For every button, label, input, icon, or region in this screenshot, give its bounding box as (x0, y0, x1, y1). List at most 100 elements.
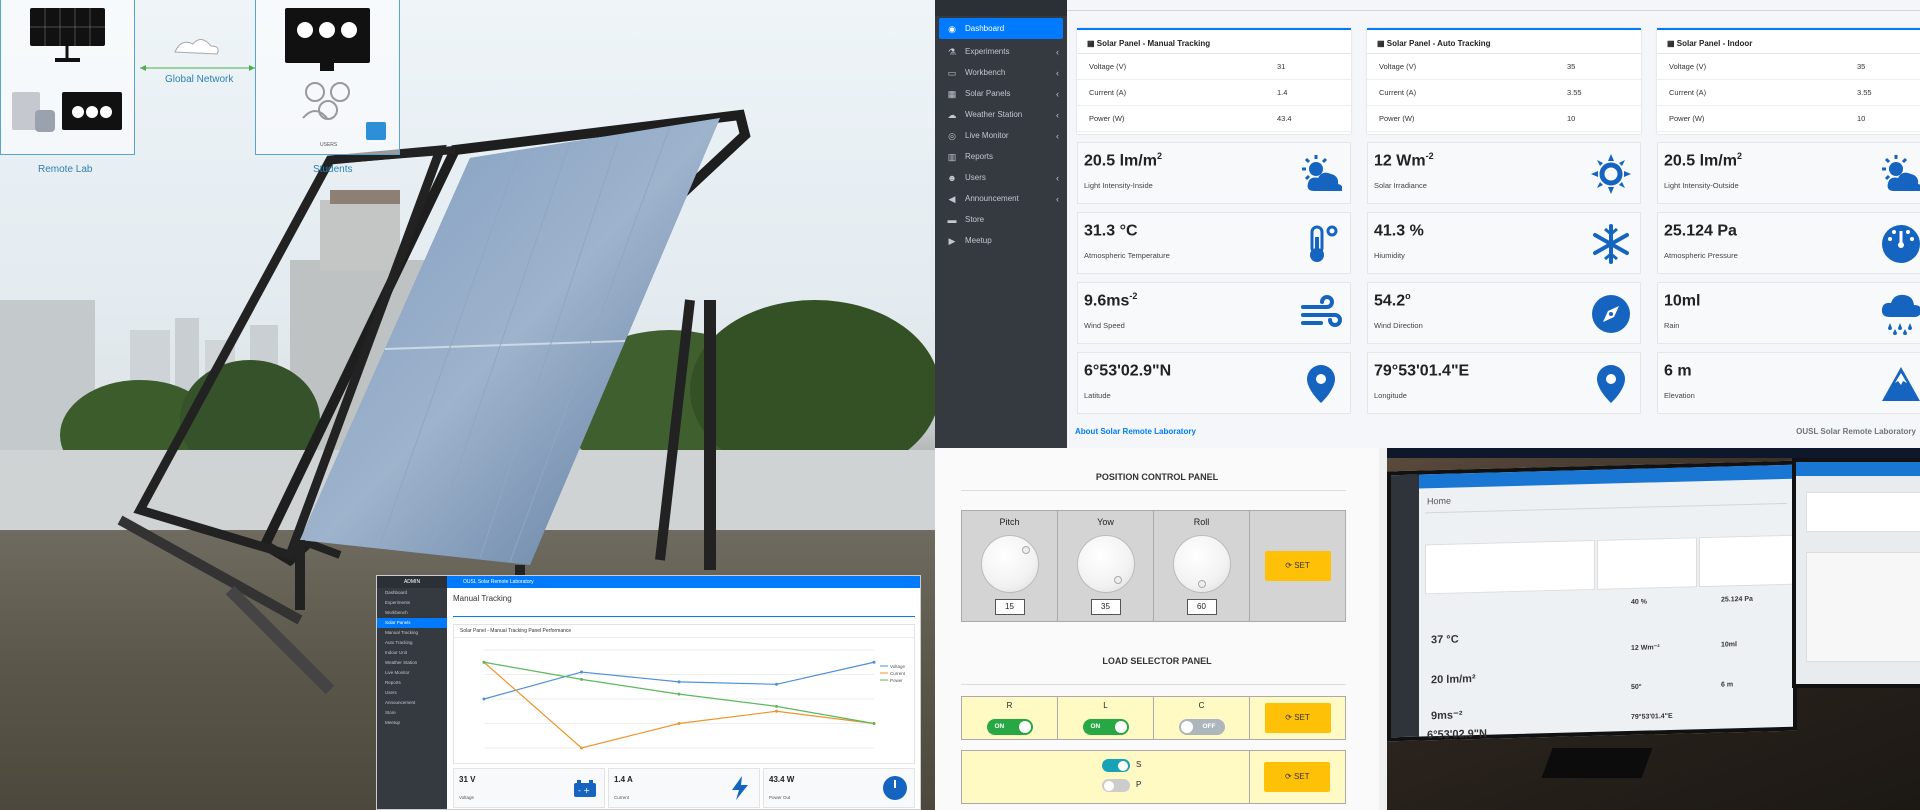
pitch-label: Pitch (999, 517, 1020, 527)
position-set-button[interactable]: ⟳ SET (1264, 551, 1331, 581)
roll-label: Roll (1193, 517, 1210, 527)
inset-voltage-card: 31 V Voltage - + (453, 768, 605, 808)
battery-icon: - + (574, 780, 596, 797)
tile-label: Wind Direction (1374, 321, 1423, 330)
current-label: Current (614, 795, 630, 800)
load-toggle-row: R ON L ON C OFF ⟳ SET (961, 696, 1346, 740)
sidebar-item-announcement[interactable]: ◀ Announcement ‹ (935, 188, 1067, 209)
series-label: S (1136, 760, 1142, 769)
sidebar-item-experiments[interactable]: ⚗ Experiments ‹ (935, 41, 1067, 62)
sidebar-item-label: Store (965, 215, 985, 224)
sensor-tile: 20.5 lm/m2 Light Intensity-Inside (1077, 142, 1351, 204)
sun-cloud-icon (1882, 155, 1920, 191)
chevron-left-icon: ‹ (1056, 193, 1059, 204)
roll-knob[interactable] (1172, 535, 1231, 593)
inset-nav-item[interactable]: Users (377, 688, 447, 698)
sidebar-item-meetup[interactable]: ▶ Meetup (935, 230, 1067, 251)
sidebar-item-solar-panels[interactable]: ▦ Solar Panels ‹ (935, 83, 1067, 104)
panel-row-value: 3.55 (1567, 88, 1582, 97)
panel-row-value: 10 (1857, 114, 1866, 123)
l-toggle-cell: L ON (1058, 697, 1154, 739)
sidebar-item-label: Solar Panels (965, 89, 1011, 98)
inset-nav-item[interactable]: Dashboard (377, 588, 447, 598)
yow-knob[interactable] (1076, 535, 1135, 593)
r-label: R (1006, 701, 1013, 710)
remote-lab-label: Remote Lab (38, 164, 93, 175)
chart-icon: ▥ (947, 151, 957, 162)
roll-control: Roll 60 (1154, 511, 1250, 621)
flask-icon: ⚗ (947, 46, 957, 57)
chevron-left-icon: ‹ (1056, 172, 1059, 183)
sidebar-item-label: Meetup (965, 236, 992, 245)
sidebar-item-reports[interactable]: ▥ Reports (935, 146, 1067, 167)
roll-input[interactable]: 60 (1186, 599, 1217, 615)
tile-value: 6 m (1664, 362, 1692, 380)
inset-power-card: 43.4 W Power Out (763, 768, 915, 808)
tile-label: Light Intensity-Outside (1664, 181, 1739, 190)
tile-value: 12 Wm-2 (1374, 151, 1434, 170)
sidebar-item-label: Users (965, 173, 986, 182)
inset-nav-item[interactable]: Live Monitor (377, 668, 447, 678)
load-set-button[interactable]: ⟳ SET (1264, 703, 1331, 733)
monitor-home-title: Home (1427, 495, 1452, 507)
tile-label: Longitude (1374, 391, 1407, 400)
panel-row: Voltage (V) 35 (1657, 54, 1920, 80)
yow-input[interactable]: 35 (1090, 599, 1121, 615)
sidebar-item-live-monitor[interactable]: ◎ Live Monitor ‹ (935, 125, 1067, 146)
legend-label: Voltage (890, 664, 906, 669)
tile-value: 31.3 °C (1084, 222, 1138, 240)
sensor-tile: 20.5 lm/m2 Light Intensity-Outside (1657, 142, 1920, 204)
sidebar-item-dashboard[interactable]: ◉ Dashboard (939, 18, 1063, 39)
r-toggle[interactable]: ON (986, 719, 1033, 735)
voltage-value: 31 V (459, 775, 476, 784)
inset-nav-item[interactable]: Manual Tracking (377, 628, 447, 638)
c-toggle[interactable]: OFF (1178, 719, 1225, 735)
r-toggle-cell: R ON (962, 697, 1058, 739)
panel-row-key: Current (A) (1379, 88, 1417, 97)
parallel-label: P (1136, 780, 1142, 789)
inset-nav-item[interactable]: Indoor Unit (377, 648, 447, 658)
solar-panel-card: ▦ Solar Panel - Indoor Voltage (V) 35 Curre… (1657, 28, 1920, 134)
inset-nav-item[interactable]: Auto Tracking (377, 638, 447, 648)
gauge-icon (1882, 225, 1920, 263)
c-label: C (1198, 701, 1205, 710)
sensor-tile: 54.2o Wind Direction (1367, 282, 1641, 344)
sidebar-item-label: Dashboard (965, 24, 1005, 33)
inset-nav-item[interactable]: Reports (377, 678, 447, 688)
inset-nav-item[interactable]: Store (377, 708, 447, 718)
panel-card-title: ▦ Solar Panel - Auto Tracking (1367, 30, 1641, 54)
pitch-input[interactable]: 15 (994, 599, 1025, 615)
inset-nav-item[interactable]: Weather Station (377, 658, 447, 668)
power-label: Power Out (769, 795, 791, 800)
sun-cloud-icon (1302, 155, 1342, 191)
wind-icon (1301, 295, 1342, 327)
inset-nav-item[interactable]: Meetup (377, 718, 447, 728)
panel-card-title: ▦ Solar Panel - Manual Tracking (1077, 30, 1351, 54)
inset-nav-item[interactable]: Experiments (377, 598, 447, 608)
tile-value: 20.5 lm/m2 (1664, 151, 1742, 170)
inset-nav-item[interactable]: Workbench (377, 608, 447, 618)
laptop-icon: ▭ (947, 67, 957, 78)
sidebar-item-weather-station[interactable]: ☁ Weather Station ‹ (935, 104, 1067, 125)
mode-set-button[interactable]: ⟳ SET (1264, 762, 1331, 792)
series-toggle[interactable] (1102, 759, 1130, 772)
monitor-value: 6 m (1721, 681, 1734, 689)
sidebar-item-store[interactable]: ▬ Store (935, 209, 1067, 230)
l-toggle[interactable]: ON (1082, 719, 1129, 735)
parallel-toggle[interactable] (1102, 779, 1130, 792)
about-link[interactable]: About Solar Remote Laboratory (1075, 427, 1196, 436)
sidebar-item-users[interactable]: ☻ Users ‹ (935, 167, 1067, 188)
gauge-icon (883, 776, 907, 800)
inset-nav-item[interactable]: Announcement (377, 698, 447, 708)
panel-row-key: Voltage (V) (1379, 62, 1417, 71)
sidebar: ◉ Dashboard ⚗ Experiments ‹ ▭ Workbench ‹ ▦ Solar… (935, 0, 1067, 448)
chevron-left-icon: ‹ (1056, 46, 1059, 57)
tile-value: 20.5 lm/m2 (1084, 151, 1162, 170)
inset-nav-item[interactable]: Solar Panels (377, 618, 447, 628)
data-point (580, 670, 583, 674)
map-pin-icon (1597, 365, 1625, 403)
pitch-knob[interactable] (980, 535, 1039, 593)
sidebar-item-workbench[interactable]: ▭ Workbench ‹ (935, 62, 1067, 83)
inset-topbar: OUSL Solar Remote Laboratory (447, 576, 920, 588)
sidebar-item-label: Weather Station (965, 110, 1023, 119)
